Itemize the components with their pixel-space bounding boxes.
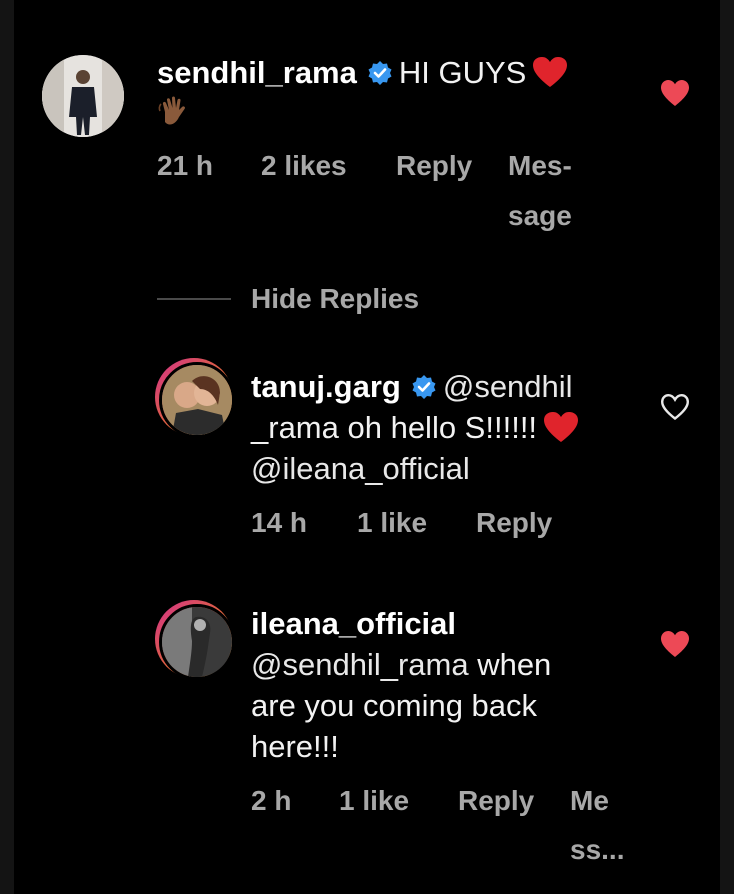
comment-text: HI GUYS (398, 55, 527, 90)
verified-badge-icon (412, 375, 436, 399)
heart-filled-icon[interactable] (660, 630, 690, 658)
avatar-ileana-official[interactable] (159, 604, 235, 680)
mention-link[interactable]: @sendhil_rama (251, 647, 469, 682)
comment-body: ileana_official @sendhil_rama when are y… (251, 603, 631, 767)
likes-count[interactable]: 2 likes (261, 150, 347, 182)
mention-link[interactable]: @sendhil (443, 369, 573, 404)
reply-button[interactable]: Reply (458, 785, 534, 817)
comment-text-line1: when (468, 647, 552, 682)
comment-body: sendhil_rama HI GUYS (157, 52, 627, 134)
timestamp: 21 h (157, 150, 214, 181)
message-button[interactable]: Mes- (508, 150, 572, 182)
reply-button[interactable]: Reply (476, 507, 552, 539)
hide-replies-button[interactable]: Hide Replies (251, 283, 419, 315)
mention-link[interactable]: @ileana_official (251, 451, 470, 486)
red-heart-emoji-icon (533, 57, 568, 87)
avatar-photo-icon (42, 55, 124, 137)
avatar-sendhil-rama[interactable] (42, 55, 124, 137)
message-button[interactable]: Me (570, 785, 609, 817)
verified-badge-icon (368, 61, 392, 85)
message-button-line2[interactable]: sage (508, 200, 572, 232)
avatar-tanuj-garg[interactable] (159, 362, 235, 438)
likes-count[interactable]: 1 like (357, 507, 427, 539)
comment-ileana-official: ileana_official @sendhil_rama when are y… (0, 594, 734, 884)
avatar-photo-icon (162, 607, 232, 677)
timestamp: 14 h (251, 507, 308, 538)
username[interactable]: sendhil_rama (157, 55, 357, 90)
replies-divider (157, 298, 231, 300)
comment-sendhil-rama: sendhil_rama HI GUYS 21 h 2 likes Reply M… (0, 0, 734, 240)
comment-meta: 2 h 1 like Reply Me ss... (0, 785, 734, 875)
heart-outline-icon[interactable] (660, 393, 690, 421)
avatar-photo-icon (162, 365, 232, 435)
red-heart-emoji-icon (544, 412, 579, 442)
waving-hand-emoji-icon (158, 96, 185, 125)
username[interactable]: tanuj.garg (251, 369, 401, 404)
timestamp: 2 h (251, 785, 292, 816)
comment-text-line2: are you coming back (251, 688, 538, 723)
comment-meta: 21 h 2 likes Reply Mes- sage (0, 150, 734, 240)
likes-count[interactable]: 1 like (339, 785, 409, 817)
comment-meta: 14 h 1 like Reply (0, 507, 734, 547)
reply-button[interactable]: Reply (396, 150, 472, 182)
comment-text-line2: _rama oh hello S!!!!!! (251, 410, 538, 445)
comment-tanuj-garg: tanuj.garg @sendhil _rama oh hello S!!!!!… (0, 350, 734, 550)
message-button-line2[interactable]: ss... (570, 834, 624, 866)
comment-body: tanuj.garg @sendhil _rama oh hello S!!!!!… (251, 366, 631, 489)
comment-text-line3: here!!! (251, 729, 339, 764)
heart-filled-icon[interactable] (660, 79, 690, 107)
username[interactable]: ileana_official (251, 606, 456, 641)
